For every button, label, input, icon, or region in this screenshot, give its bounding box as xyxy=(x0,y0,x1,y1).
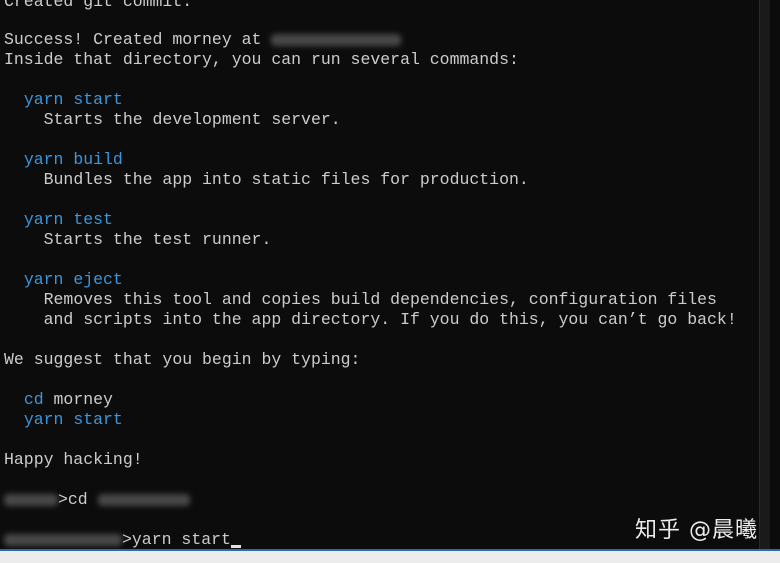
output-line-git-commit: Created git commit. xyxy=(4,0,193,11)
command-yarn-start: yarn start xyxy=(23,90,123,109)
command-yarn-test: yarn test xyxy=(23,210,113,229)
prompt-line-yarn-start[interactable]: >yarn start xyxy=(4,530,241,549)
vertical-scrollbar[interactable] xyxy=(759,0,770,549)
output-line-success: Success! Created morney at xyxy=(4,30,402,50)
redacted-prompt-path xyxy=(4,493,58,506)
description-yarn-test: Starts the test runner. xyxy=(43,230,272,249)
command-yarn-build: yarn build xyxy=(23,150,123,169)
redacted-directory xyxy=(97,493,190,506)
description-yarn-eject-1: Removes this tool and copies build depen… xyxy=(43,290,717,309)
redacted-prompt-path xyxy=(4,533,122,546)
zhihu-watermark: 知乎 @晨曦 xyxy=(635,518,758,543)
command-yarn-eject: yarn eject xyxy=(23,270,123,289)
success-text: Success! Created morney at xyxy=(4,30,272,49)
suggest-yarn-start: yarn start xyxy=(23,410,123,429)
output-line-suggest: We suggest that you begin by typing: xyxy=(4,350,361,369)
output-line-inside-dir: Inside that directory, you can run sever… xyxy=(4,50,519,69)
window-bottom-edge xyxy=(0,549,780,563)
description-yarn-build: Bundles the app into static files for pr… xyxy=(43,170,529,189)
output-line-happy: Happy hacking! xyxy=(4,450,143,469)
description-yarn-start: Starts the development server. xyxy=(43,110,341,129)
window-bottom-accent xyxy=(0,549,780,551)
redacted-path xyxy=(271,33,402,46)
terminal-window[interactable]: Created git commit. Success! Created mor… xyxy=(0,0,770,549)
prompt-line-cd: >cd xyxy=(4,490,190,510)
suggest-cd-morney: cd morney xyxy=(23,390,113,409)
description-yarn-eject-2: and scripts into the app directory. If y… xyxy=(43,310,737,329)
text-cursor xyxy=(230,545,241,548)
